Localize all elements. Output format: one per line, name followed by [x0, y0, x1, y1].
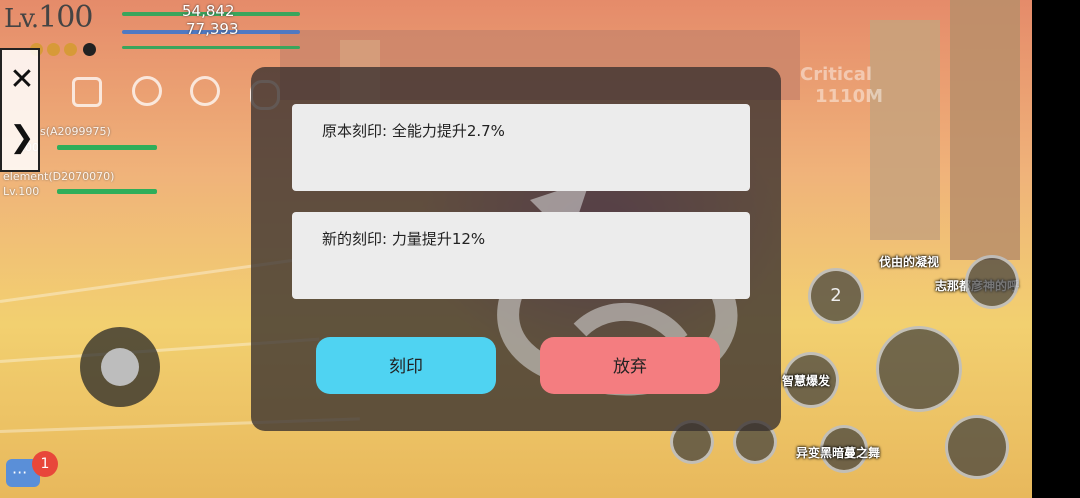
background-pillar	[870, 20, 940, 240]
scroll-icon[interactable]	[72, 77, 102, 107]
screen-edge	[1032, 0, 1080, 498]
joystick-knob[interactable]	[101, 348, 139, 386]
skill-label: 智慧爆发	[782, 374, 831, 388]
xp-bar	[122, 46, 300, 49]
critical-text: Critical	[800, 64, 873, 85]
discard-button[interactable]: 放弃	[540, 337, 720, 394]
party-member-name: s(A2099975)	[40, 125, 111, 138]
player-level: Lv.100	[4, 0, 93, 35]
side-panel: ✕ ❯	[0, 48, 40, 172]
buff-orb-icon	[83, 43, 96, 56]
buff-orb-icon	[64, 43, 77, 56]
chevron-right-icon[interactable]: ❯	[2, 118, 42, 158]
level-value: 100	[38, 0, 93, 35]
damage-text: 1110M	[815, 86, 884, 107]
original-engraving-field: 原本刻印: 全能力提升2.7%	[292, 104, 750, 191]
party-hp-bar	[57, 189, 157, 194]
target-icon[interactable]	[132, 76, 162, 106]
skill-button[interactable]	[965, 255, 1019, 309]
dodge-button[interactable]	[945, 415, 1009, 479]
hp-value: 54,842	[182, 2, 235, 20]
party-member-level: Lv.100	[3, 185, 40, 198]
background-pillar	[950, 0, 1020, 260]
skill-button[interactable]: 2	[808, 268, 864, 324]
avatar-icon[interactable]	[190, 76, 220, 106]
skill-label: 伐由的凝视	[879, 255, 940, 269]
main-attack-button[interactable]	[876, 326, 962, 412]
skill-counter: 2	[830, 285, 842, 306]
chat-icon: ···	[12, 463, 28, 482]
new-engraving-text: 新的刻印: 力量提升12%	[322, 230, 486, 248]
notification-badge: 1	[32, 451, 58, 477]
new-engraving-field: 新的刻印: 力量提升12%	[292, 212, 750, 299]
skill-label: 异变黑暗蔓之舞	[796, 446, 881, 460]
engrave-button[interactable]: 刻印	[316, 337, 496, 394]
close-icon[interactable]: ✕	[2, 60, 42, 100]
mp-value: 77,393	[186, 20, 239, 38]
level-prefix: Lv.	[4, 4, 39, 34]
party-hp-bar	[57, 145, 157, 150]
original-engraving-text: 原本刻印: 全能力提升2.7%	[322, 122, 505, 140]
buff-orb-icon	[47, 43, 60, 56]
